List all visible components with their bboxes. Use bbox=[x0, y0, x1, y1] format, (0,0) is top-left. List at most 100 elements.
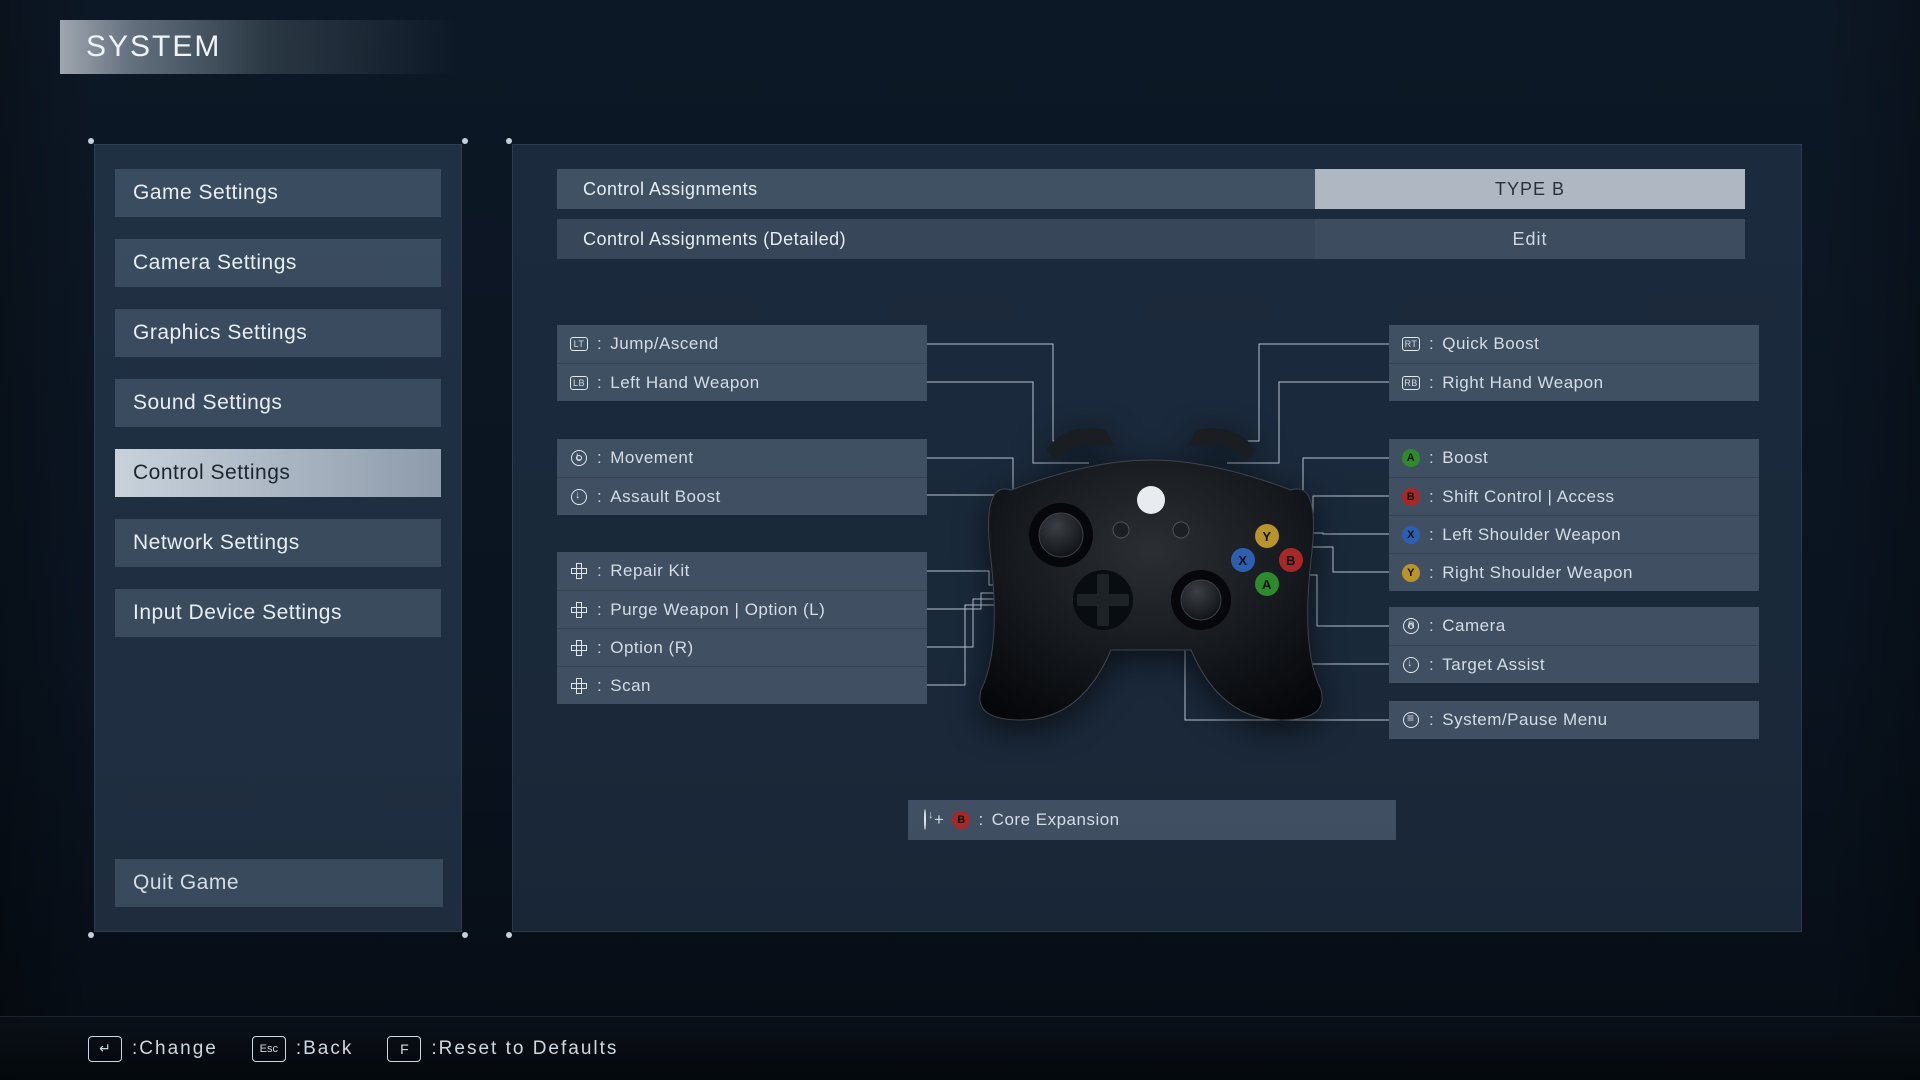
esc-key-icon: Esc bbox=[252, 1036, 286, 1062]
footer-hints: ↵ :Change Esc :Back F :Reset to Defaults bbox=[0, 1016, 1920, 1080]
quit-game-button[interactable]: Quit Game bbox=[115, 859, 443, 907]
lb-bumper-icon: LB bbox=[569, 373, 589, 393]
binding-label: System/Pause Menu bbox=[1442, 710, 1607, 730]
footer-back-label: :Back bbox=[296, 1038, 354, 1060]
b-button-icon: B bbox=[952, 811, 970, 829]
binding-row: X: Left Shoulder Weapon bbox=[1389, 515, 1759, 553]
separator: : bbox=[597, 676, 602, 696]
control-assignments-detailed-row[interactable]: Control Assignments (Detailed) Edit bbox=[557, 219, 1745, 259]
binding-label: Left Shoulder Weapon bbox=[1442, 525, 1621, 545]
f-key-icon: F bbox=[387, 1036, 421, 1062]
binding-group-left-stick: :Movement:Assault Boost bbox=[557, 439, 927, 515]
binding-group-face-buttons: A: Boost B: Shift Control | Access X: Left Sh… bbox=[1389, 439, 1759, 591]
binding-label: Option (R) bbox=[610, 638, 693, 658]
a-button-icon: A bbox=[1401, 448, 1421, 468]
binding-label: Jump/Ascend bbox=[610, 334, 719, 354]
lt-trigger-icon: LT bbox=[569, 334, 589, 354]
binding-row: :Assault Boost bbox=[557, 477, 927, 515]
binding-group-right-stick: : Camera: Target Assist bbox=[1389, 607, 1759, 683]
binding-group-right-triggers: RT:Quick BoostRB:Right Hand Weapon bbox=[1389, 325, 1759, 401]
binding-row: B: Shift Control | Access bbox=[1389, 477, 1759, 515]
binding-row: LB: Left Hand Weapon bbox=[557, 363, 927, 401]
enter-key-icon: ↵ bbox=[88, 1036, 122, 1062]
binding-label: Quick Boost bbox=[1442, 334, 1539, 354]
sidebar-item-network-settings[interactable]: Network Settings bbox=[115, 519, 441, 567]
binding-row: : Target Assist bbox=[1389, 645, 1759, 683]
separator: : bbox=[1429, 563, 1434, 583]
separator: : bbox=[1429, 710, 1434, 730]
dpad-icon bbox=[569, 561, 589, 581]
binding-label: Left Hand Weapon bbox=[610, 373, 759, 393]
binding-label: Target Assist bbox=[1442, 655, 1545, 675]
control-assignments-detailed-label: Control Assignments (Detailed) bbox=[557, 219, 1315, 259]
control-settings-panel: Control Assignments TYPE B Control Assig… bbox=[512, 144, 1802, 932]
decoration-dot bbox=[462, 138, 468, 144]
dpad-icon bbox=[569, 676, 589, 696]
binding-label: Scan bbox=[610, 676, 651, 696]
rb-bumper-icon: RB bbox=[1401, 373, 1421, 393]
control-assignments-row[interactable]: Control Assignments TYPE B bbox=[557, 169, 1745, 209]
x-button-icon: X bbox=[1401, 525, 1421, 545]
binding-row: LT: Jump/Ascend bbox=[557, 325, 927, 363]
separator: : bbox=[597, 373, 602, 393]
page-title: SYSTEM bbox=[60, 20, 460, 74]
sidebar-item-camera-settings[interactable]: Camera Settings bbox=[115, 239, 441, 287]
separator: : bbox=[1429, 487, 1434, 507]
decoration-dot bbox=[88, 932, 94, 938]
separator: : bbox=[597, 600, 602, 620]
binding-label: Repair Kit bbox=[610, 561, 690, 581]
control-assignments-label: Control Assignments bbox=[557, 169, 1315, 209]
separator: : bbox=[1429, 616, 1434, 636]
separator: : bbox=[1429, 655, 1434, 675]
svg-text:Y: Y bbox=[1262, 529, 1271, 544]
svg-text:B: B bbox=[1286, 553, 1296, 568]
binding-group-left-triggers: LT: Jump/Ascend LB: Left Hand Weapon bbox=[557, 325, 927, 401]
footer-change-label: :Change bbox=[132, 1038, 218, 1060]
left-stick-icon bbox=[569, 448, 589, 468]
binding-label: Purge Weapon | Option (L) bbox=[610, 600, 825, 620]
menu-button-icon bbox=[1401, 710, 1421, 730]
separator: : bbox=[597, 638, 602, 658]
sidebar-item-game-settings[interactable]: Game Settings bbox=[115, 169, 441, 217]
binding-label: Right Hand Weapon bbox=[1442, 373, 1603, 393]
decoration-dot bbox=[506, 932, 512, 938]
separator: : bbox=[597, 448, 602, 468]
sidebar-item-graphics-settings[interactable]: Graphics Settings bbox=[115, 309, 441, 357]
binding-row: :Movement bbox=[557, 439, 927, 477]
separator: : bbox=[1429, 525, 1434, 545]
control-assignments-detailed-value[interactable]: Edit bbox=[1315, 219, 1745, 259]
sidebar-item-sound-settings[interactable]: Sound Settings bbox=[115, 379, 441, 427]
binding-label: Shift Control | Access bbox=[1442, 487, 1614, 507]
binding-row: : Repair Kit bbox=[557, 552, 927, 590]
right-stick-icon bbox=[1401, 616, 1421, 636]
sidebar-item-control-settings[interactable]: Control Settings bbox=[115, 449, 441, 497]
y-button-icon: Y bbox=[1401, 563, 1421, 583]
separator: : bbox=[1429, 448, 1434, 468]
binding-label: Boost bbox=[1442, 448, 1488, 468]
plus-icon: + bbox=[934, 810, 944, 830]
gamepad-illustration: X Y B A bbox=[951, 420, 1351, 730]
binding-group-menu: : System/Pause Menu bbox=[1389, 701, 1759, 739]
b-button-icon: B bbox=[1401, 487, 1421, 507]
binding-row: A: Boost bbox=[1389, 439, 1759, 477]
binding-row: RT:Quick Boost bbox=[1389, 325, 1759, 363]
svg-text:A: A bbox=[1262, 577, 1272, 592]
binding-group-dpad: : Repair Kit: Purge Weapon | Option (L): Op… bbox=[557, 552, 927, 704]
binding-label: Camera bbox=[1442, 616, 1505, 636]
separator: : bbox=[597, 561, 602, 581]
rt-trigger-icon: RT bbox=[1401, 334, 1421, 354]
binding-row: : Scan bbox=[557, 666, 927, 704]
dpad-icon bbox=[569, 638, 589, 658]
binding-row: : System/Pause Menu bbox=[1389, 701, 1759, 739]
decoration-dot bbox=[462, 932, 468, 938]
separator: : bbox=[597, 487, 602, 507]
control-assignments-value[interactable]: TYPE B bbox=[1315, 169, 1745, 209]
separator: : bbox=[597, 334, 602, 354]
sidebar-item-input-device-settings[interactable]: Input Device Settings bbox=[115, 589, 441, 637]
binding-combo-core-expansion: + B : Core Expansion bbox=[908, 800, 1396, 840]
binding-row: RB:Right Hand Weapon bbox=[1389, 363, 1759, 401]
left-stick-press-icon bbox=[924, 810, 926, 830]
binding-label: Right Shoulder Weapon bbox=[1442, 563, 1633, 583]
binding-row: : Camera bbox=[1389, 607, 1759, 645]
binding-row: : Purge Weapon | Option (L) bbox=[557, 590, 927, 628]
